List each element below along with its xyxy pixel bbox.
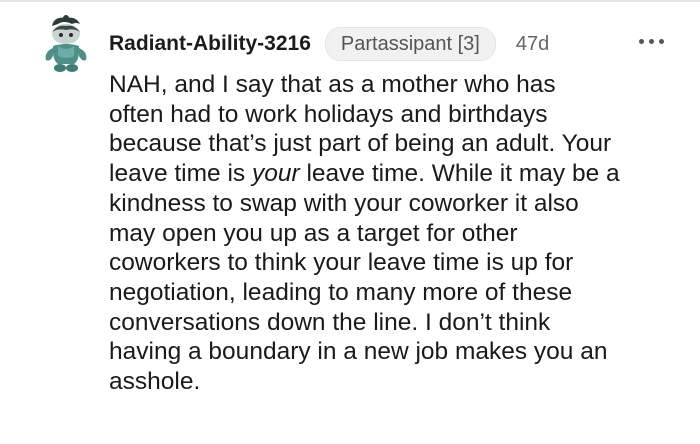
comment-text-line: negotiation, leading to many more of the… [109,278,573,306]
username[interactable]: Radiant-Ability-3216 [109,32,311,56]
comment-body: NAH, and I say that as a mother who has o… [109,70,689,397]
text-segment: leave time is [109,160,252,188]
comment-text-line: asshole. [109,368,201,396]
divider [0,0,700,2]
comment-card: Radiant-Ability-3216 Partassipant [3] 47… [0,0,700,444]
comment-text-line: often had to work holidays and birthdays [109,100,548,128]
comment-header: Radiant-Ability-3216 Partassipant [3] 47… [109,26,549,62]
comment-text-line: may open you up as a target for other [109,219,518,247]
emphasis-text: your [251,160,300,188]
comment-paragraph: NAH, and I say that as a mother who has o… [109,70,689,397]
comment-age: 47d [515,32,550,55]
comment-text-line: leave time is your leave time. While it … [109,159,689,189]
comment-text-line: coworkers to think your leave time is up… [109,249,574,277]
comment-text-line: conversations down the line. I don’t thi… [109,308,551,336]
comment-text-line: kindness to swap with your coworker it a… [109,189,579,217]
comment-text-line: because that’s just part of being an adu… [109,130,612,158]
comment-text-line: having a boundary in a new job makes you… [109,338,608,366]
snoo-avatar-icon[interactable] [36,12,92,76]
user-flair: Partassipant [3] [324,27,496,61]
more-options-icon[interactable] [634,28,670,54]
text-segment: leave time. While it may be a [299,160,620,188]
comment-text-line: NAH, and I say that as a mother who has [109,71,556,98]
